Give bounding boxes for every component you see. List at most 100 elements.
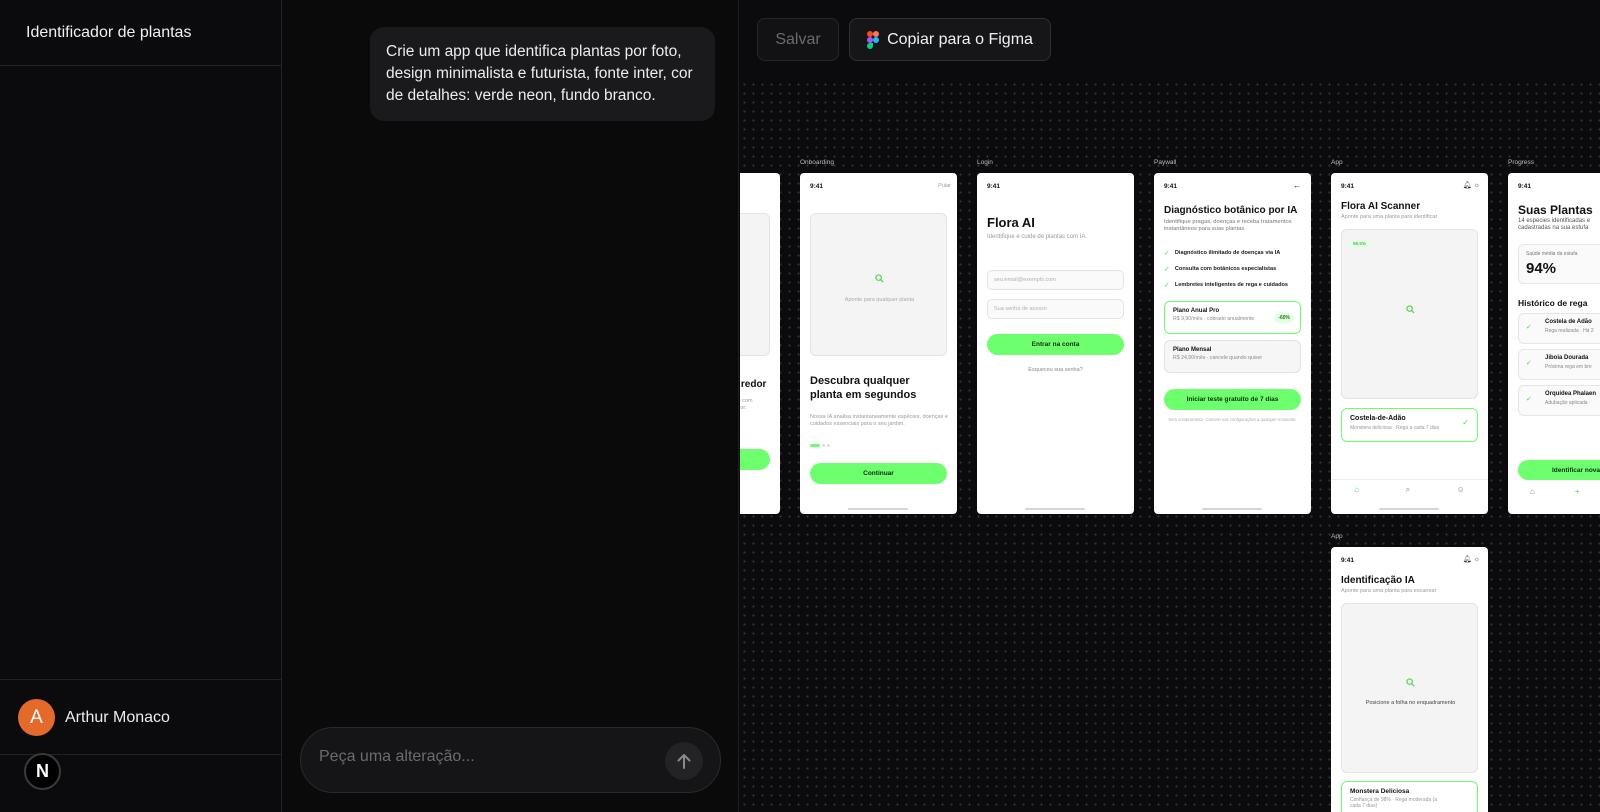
result-name: Monstera Deliciosa xyxy=(1350,788,1410,795)
check-icon: ✓ xyxy=(1164,250,1170,257)
add-tab-icon[interactable]: + xyxy=(1575,487,1580,496)
image-hint: Posicione a folha no enquadramento xyxy=(1365,700,1456,706)
figma-icon xyxy=(867,30,880,49)
plan-name: Plano Mensal xyxy=(1173,347,1212,353)
chat-input-container[interactable] xyxy=(300,727,721,793)
check-icon: ✓ xyxy=(1164,282,1170,289)
home-indicator xyxy=(848,508,908,510)
status-time: 9:41 xyxy=(987,183,1001,190)
skip-link[interactable]: Pular xyxy=(938,183,951,189)
history-item[interactable]: ✓ Jiboia Dourada Próxima rega em bre xyxy=(1518,349,1600,380)
frame-cta[interactable] xyxy=(740,449,770,470)
pager-dots xyxy=(810,444,830,447)
history-name: Jiboia Dourada xyxy=(1545,355,1589,361)
home-tab-icon[interactable]: ⌂ xyxy=(1354,485,1359,495)
result-card[interactable]: Monstera Deliciosa Confiança de 98% · Re… xyxy=(1341,781,1478,812)
save-button[interactable]: Salvar xyxy=(757,18,839,61)
design-canvas[interactable]: Salvar Copiar para o Figma u redor nte c… xyxy=(740,0,1600,812)
camera-viewfinder[interactable]: Posicione a folha no enquadramento xyxy=(1341,603,1478,773)
feature-item: ✓ Consulta com botânicos especialistas xyxy=(1164,266,1277,273)
health-value: 94% xyxy=(1526,260,1557,277)
frame-label-onboarding: Onboarding xyxy=(800,159,834,166)
progress-title: Suas Plantas xyxy=(1518,203,1593,217)
result-detail: Monstera deliciosa · Rega a cada 7 dias xyxy=(1350,425,1440,431)
identify-title: Identificação IA xyxy=(1341,575,1415,586)
sidebar-divider xyxy=(0,65,282,66)
sidebar-divider xyxy=(0,679,282,680)
paywall-title: Diagnóstico botânico por IA xyxy=(1164,205,1298,216)
status-time: 9:41 xyxy=(1164,183,1178,190)
login-button[interactable]: Entrar na conta xyxy=(987,334,1124,355)
frame-login[interactable]: 9:41 Flora AI Identifique e cuide de pla… xyxy=(977,173,1134,514)
send-button[interactable] xyxy=(665,742,703,780)
history-title: Histórico de rega xyxy=(1518,298,1588,308)
arrow-up-icon xyxy=(677,754,691,769)
onboarding-desc: Nossa IA analisa instantaneamente espéci… xyxy=(810,414,948,427)
password-field[interactable]: Sua senha de acesso xyxy=(987,299,1124,319)
identify-subtitle: Aponte para uma planta para escanear xyxy=(1341,588,1437,594)
frame-clipped[interactable]: u redor nte com elhor. xyxy=(740,173,780,514)
profile-tab-icon[interactable]: ☺ xyxy=(1457,485,1465,495)
camera-viewfinder[interactable]: 98,6% xyxy=(1341,229,1478,399)
nextjs-badge-icon[interactable]: N xyxy=(24,753,61,790)
bell-and-sun-icons[interactable]: 🔔︎ ☼ xyxy=(1463,181,1480,189)
frame-label-identify: App xyxy=(1331,533,1343,540)
user-name: Arthur Monaco xyxy=(65,708,170,726)
frame-label-scanner: App xyxy=(1331,159,1343,166)
search-tab-icon[interactable]: ⌕ xyxy=(1406,485,1410,495)
bell-and-sun-icons[interactable]: 🔔︎ ☼ xyxy=(1463,555,1480,563)
feature-item: ✓ Lembretes inteligentes de rega e cuidad… xyxy=(1164,282,1289,289)
check-icon: ✓ xyxy=(1462,418,1469,427)
image-placeholder xyxy=(740,213,770,356)
scanner-subtitle: Aponte para uma planta para identificar xyxy=(1341,214,1438,220)
frame-label-paywall: Paywall xyxy=(1154,159,1177,166)
frame-desc: nte com elhor. xyxy=(740,398,753,411)
result-name: Costela-de-Adão xyxy=(1350,415,1406,422)
status-time: 9:41 xyxy=(1341,183,1355,190)
history-name: Costela de Adão xyxy=(1545,319,1592,325)
frame-scanner[interactable]: 9:41 🔔︎ ☼ Flora AI Scanner Aponte para u… xyxy=(1331,173,1488,514)
user-profile[interactable]: A Arthur Monaco xyxy=(18,699,170,736)
chat-panel: Crie um app que identifica plantas por f… xyxy=(282,0,739,812)
project-title[interactable]: Identificador de plantas xyxy=(26,24,191,42)
paywall-subtitle: Identifique pragas, doenças e receba tra… xyxy=(1164,219,1292,232)
history-item[interactable]: ✓ Orquídea Phalaen Adubação aplicada · xyxy=(1518,385,1600,416)
back-arrow-icon[interactable]: ← xyxy=(1293,181,1301,190)
frame-identify[interactable]: 9:41 🔔︎ ☼ Identificação IA Aponte para u… xyxy=(1331,547,1488,812)
forgot-password-link[interactable]: Esqueceu sua senha? xyxy=(977,367,1134,373)
frame-progress[interactable]: 9:41 Suas Plantas 14 espécies identifica… xyxy=(1508,173,1600,514)
feature-item: ✓ Diagnóstico ilimitado de doenças via IA xyxy=(1164,250,1281,257)
check-icon: ✓ xyxy=(1526,324,1532,331)
confidence-tag: 98,6% xyxy=(1350,239,1370,248)
tab-bar: ⌂ ⌕ ☺ xyxy=(1331,485,1488,495)
frame-onboarding[interactable]: 9:41 Pular Aponte para qualquer planta D… xyxy=(800,173,957,514)
copy-to-figma-label: Copiar para o Figma xyxy=(887,30,1033,48)
check-icon: ✓ xyxy=(1526,396,1532,403)
frame-heading: u redor xyxy=(740,379,767,390)
scanner-title: Flora AI Scanner xyxy=(1341,201,1421,212)
plan-annual[interactable]: Plano Anual Pro R$ 9,90/mês · cobrado an… xyxy=(1164,301,1301,334)
copy-to-figma-button[interactable]: Copiar para o Figma xyxy=(849,18,1051,61)
identify-new-button[interactable]: Identificar nova xyxy=(1518,460,1600,480)
tabbar-divider xyxy=(1331,479,1488,480)
check-icon: ✓ xyxy=(1526,360,1532,367)
search-icon xyxy=(1406,678,1415,687)
history-detail: Próxima rega em bre xyxy=(1545,364,1592,370)
frame-paywall[interactable]: 9:41 ← Diagnóstico botânico por IA Ident… xyxy=(1154,173,1311,514)
progress-subtitle: 14 espécies identificadas e cadastradas … xyxy=(1518,218,1591,231)
history-name: Orquídea Phalaen xyxy=(1545,391,1597,397)
continue-button[interactable]: Continuar xyxy=(810,463,947,484)
result-card[interactable]: Costela-de-Adão Monstera deliciosa · Reg… xyxy=(1341,408,1478,442)
frame-label-login: Login xyxy=(977,159,993,166)
home-indicator xyxy=(1202,508,1262,510)
user-message-bubble: Crie um app que identifica plantas por f… xyxy=(370,27,715,121)
health-card: Saúde média da estufa 94% xyxy=(1518,244,1600,284)
history-item[interactable]: ✓ Costela de Adão Rega realizada · Há 2 xyxy=(1518,313,1600,344)
trial-button[interactable]: Iniciar teste gratuito de 7 dias xyxy=(1164,389,1301,410)
login-subtitle: Identifique e cuide de plantas com IA. xyxy=(987,234,1088,240)
chat-input[interactable] xyxy=(319,748,649,766)
avatar[interactable]: A xyxy=(18,699,55,736)
email-field[interactable]: seu.email@exemplo.com xyxy=(987,270,1124,290)
plan-monthly[interactable]: Plano Mensal R$ 24,90/mês · cancele quan… xyxy=(1164,340,1301,373)
home-tab-icon[interactable]: ⌂ xyxy=(1530,487,1535,496)
